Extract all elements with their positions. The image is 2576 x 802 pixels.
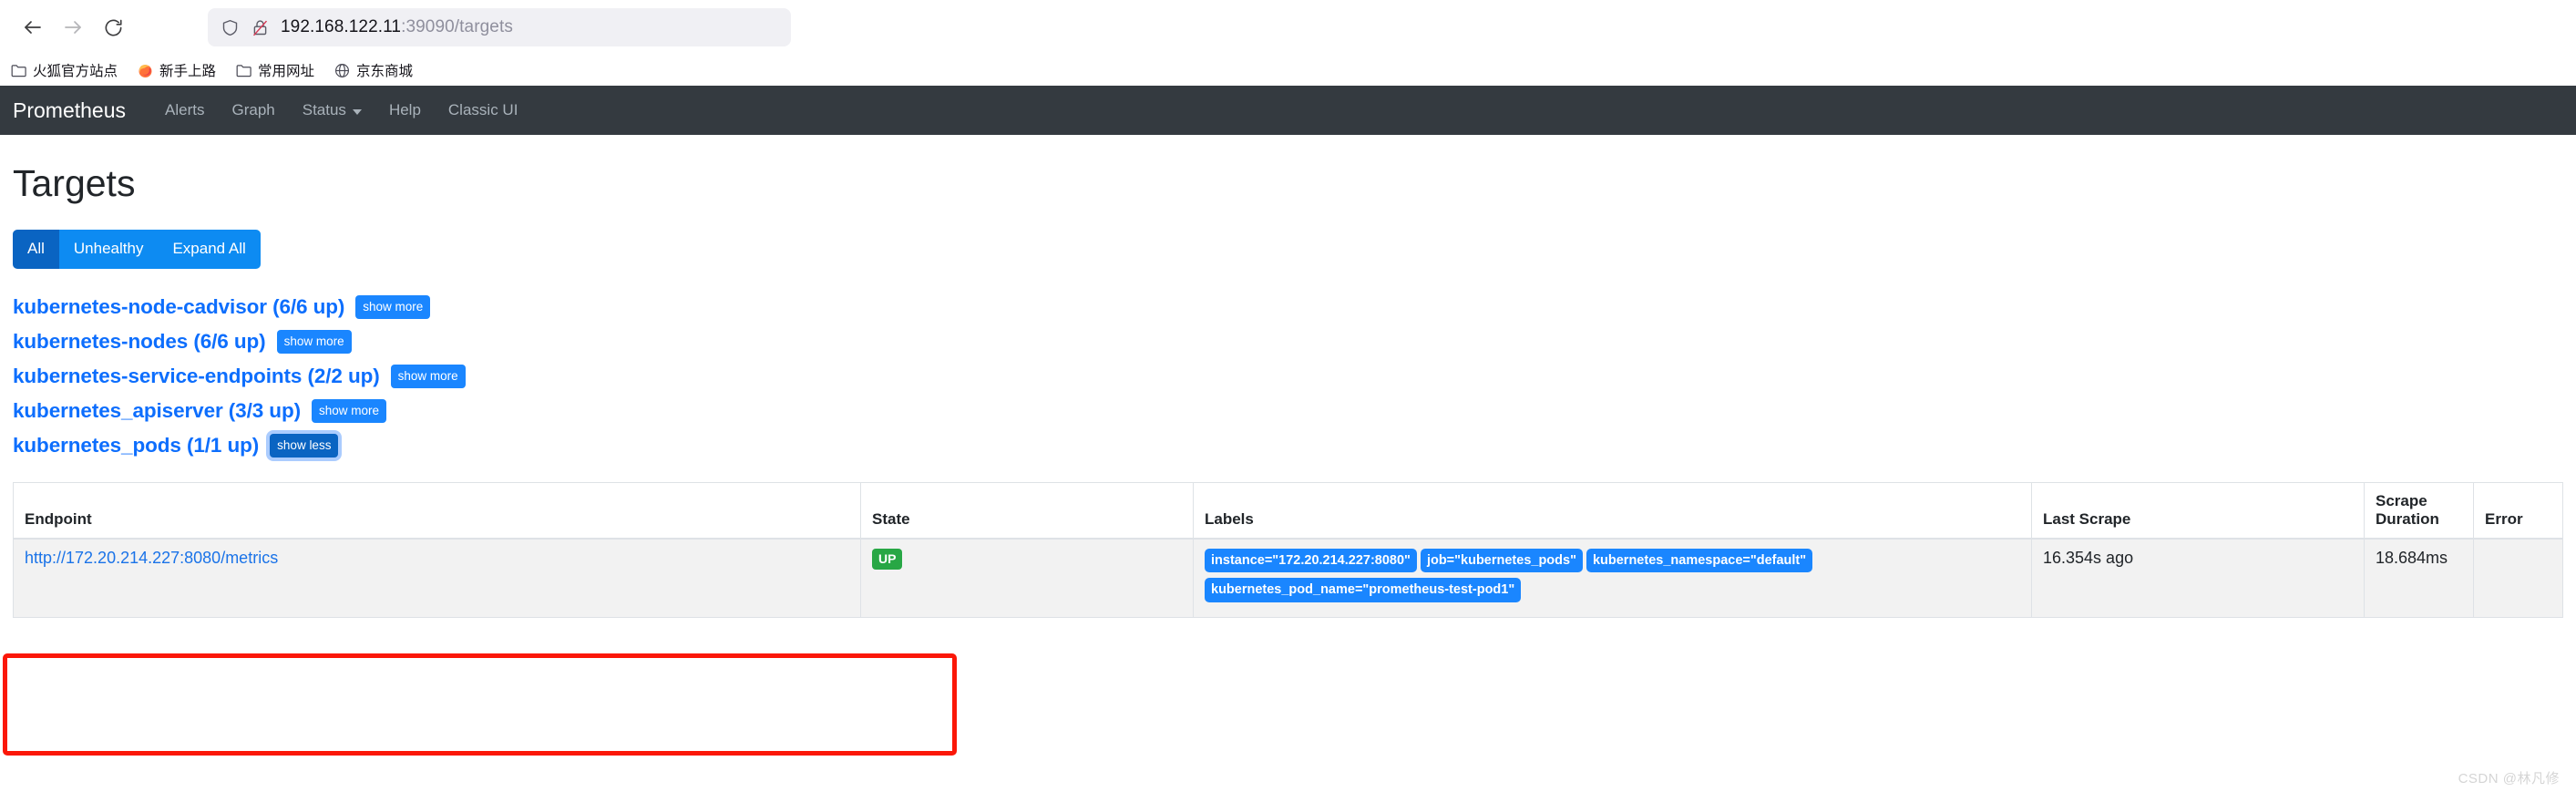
cell-state: UP <box>860 538 1194 618</box>
th-endpoint: Endpoint <box>13 481 861 540</box>
bookmark-label: 新手上路 <box>159 64 217 79</box>
watermark: CSDN @林凡修 <box>2458 771 2560 787</box>
label-badge-namespace[interactable]: kubernetes_namespace="default" <box>1586 549 1813 573</box>
job-toggle-button[interactable]: show more <box>312 399 387 423</box>
forward-arrow-icon[interactable] <box>53 7 93 47</box>
annotation-highlight-box <box>3 653 957 756</box>
browser-toolbar: 192.168.122.11:39090/targets <box>0 0 2576 55</box>
bookmark-label: 火狐官方站点 <box>33 64 118 79</box>
filter-unhealthy-button[interactable]: Unhealthy <box>58 230 159 269</box>
filter-button-group: All Unhealthy Expand All <box>13 230 261 269</box>
job-link-kubernetes-pods[interactable]: kubernetes_pods (1/1 up) <box>13 434 259 458</box>
bookmark-label: 常用网址 <box>258 64 315 79</box>
job-row: kubernetes-nodes (6/6 up) show more <box>13 327 2563 356</box>
url-text: 192.168.122.11:39090/targets <box>281 17 513 37</box>
job-link-kubernetes-apiserver[interactable]: kubernetes_apiserver (3/3 up) <box>13 399 301 423</box>
th-error: Error <box>2473 481 2563 540</box>
prometheus-navbar: Prometheus Alerts Graph Status Help Clas… <box>0 86 2576 135</box>
table-body: http://172.20.214.227:8080/metrics UP in… <box>13 538 2563 618</box>
job-row: kubernetes_apiserver (3/3 up) show more <box>13 396 2563 426</box>
job-list: kubernetes-node-cadvisor (6/6 up) show m… <box>13 293 2563 460</box>
back-arrow-icon[interactable] <box>13 7 53 47</box>
th-scrape-duration: Scrape Duration <box>2364 481 2474 540</box>
bookmark-item-1[interactable]: 新手上路 <box>138 60 216 80</box>
targets-table-wrapper: Endpoint State Labels Last Scrape Scrape… <box>13 481 2563 618</box>
label-badge-instance[interactable]: instance="172.20.214.227:8080" <box>1205 549 1417 573</box>
job-toggle-button[interactable]: show more <box>390 365 466 388</box>
nav-item-alerts[interactable]: Alerts <box>151 94 218 127</box>
label-badge-pod-name[interactable]: kubernetes_pod_name="prometheus-test-pod… <box>1205 578 1522 602</box>
page-title: Targets <box>13 162 136 204</box>
th-last-scrape: Last Scrape <box>2031 481 2365 540</box>
cell-endpoint: http://172.20.214.227:8080/metrics <box>13 538 861 618</box>
chevron-down-icon <box>352 108 362 115</box>
globe-icon <box>334 63 350 78</box>
page-content: Targets All Unhealthy Expand All kuberne… <box>0 161 2576 618</box>
expand-all-button[interactable]: Expand All <box>158 230 261 269</box>
nav-label: Help <box>388 101 421 118</box>
url-host: 192.168.122.11 <box>281 17 402 36</box>
nav-label: Graph <box>231 101 275 118</box>
screen: 192.168.122.11:39090/targets 火狐官方站点 新手上路 <box>0 0 2576 802</box>
job-link-kubernetes-node-cadvisor[interactable]: kubernetes-node-cadvisor (6/6 up) <box>13 295 344 319</box>
reload-icon[interactable] <box>93 7 133 47</box>
folder-icon <box>236 63 251 78</box>
targets-table: Endpoint State Labels Last Scrape Scrape… <box>13 481 2563 618</box>
firefox-icon <box>138 63 153 78</box>
table-row: http://172.20.214.227:8080/metrics UP in… <box>13 538 2563 618</box>
nav-item-help[interactable]: Help <box>375 94 435 127</box>
endpoint-link[interactable]: http://172.20.214.227:8080/metrics <box>25 549 278 567</box>
job-toggle-button[interactable]: show less <box>270 434 339 458</box>
bookmarks-bar: 火狐官方站点 新手上路 常用网址 京东商城 <box>0 55 2576 86</box>
job-row: kubernetes-node-cadvisor (6/6 up) show m… <box>13 293 2563 322</box>
th-labels: Labels <box>1193 481 2032 540</box>
nav-label: Alerts <box>165 101 205 118</box>
address-bar[interactable]: 192.168.122.11:39090/targets <box>208 8 791 46</box>
job-link-kubernetes-service-endpoints[interactable]: kubernetes-service-endpoints (2/2 up) <box>13 365 380 388</box>
bookmark-item-3[interactable]: 京东商城 <box>334 60 413 80</box>
cell-last-scrape: 16.354s ago <box>2031 538 2365 618</box>
nav-label: Status <box>302 101 346 118</box>
bookmark-label: 京东商城 <box>356 64 414 79</box>
url-path: :39090/targets <box>401 17 513 36</box>
nav-item-graph[interactable]: Graph <box>218 94 288 127</box>
brand-prometheus[interactable]: Prometheus <box>13 98 139 123</box>
bookmark-item-2[interactable]: 常用网址 <box>236 60 314 80</box>
job-toggle-button[interactable]: show more <box>276 330 352 354</box>
browser-chrome: 192.168.122.11:39090/targets 火狐官方站点 新手上路 <box>0 0 2576 86</box>
status-badge: UP <box>872 549 903 571</box>
nav-item-classic-ui[interactable]: Classic UI <box>435 94 532 127</box>
th-state: State <box>860 481 1194 540</box>
folder-icon <box>11 63 26 78</box>
nav-item-status[interactable]: Status <box>289 94 375 127</box>
job-link-kubernetes-nodes[interactable]: kubernetes-nodes (6/6 up) <box>13 330 266 354</box>
shield-icon <box>221 18 240 37</box>
nav-label: Classic UI <box>447 101 518 118</box>
label-badge-job[interactable]: job="kubernetes_pods" <box>1420 549 1583 573</box>
job-toggle-button[interactable]: show more <box>355 295 431 319</box>
lock-crossed-icon <box>251 18 270 37</box>
cell-error <box>2473 538 2563 618</box>
filter-all-button[interactable]: All <box>13 230 59 269</box>
bookmark-item-0[interactable]: 火狐官方站点 <box>11 60 118 80</box>
cell-scrape-duration: 18.684ms <box>2364 538 2474 618</box>
job-row: kubernetes_pods (1/1 up) show less <box>13 431 2563 460</box>
table-header-row: Endpoint State Labels Last Scrape Scrape… <box>13 481 2563 540</box>
cell-labels: instance="172.20.214.227:8080" job="kuber… <box>1193 538 2032 618</box>
job-row: kubernetes-service-endpoints (2/2 up) sh… <box>13 362 2563 391</box>
table-head: Endpoint State Labels Last Scrape Scrape… <box>13 481 2563 540</box>
